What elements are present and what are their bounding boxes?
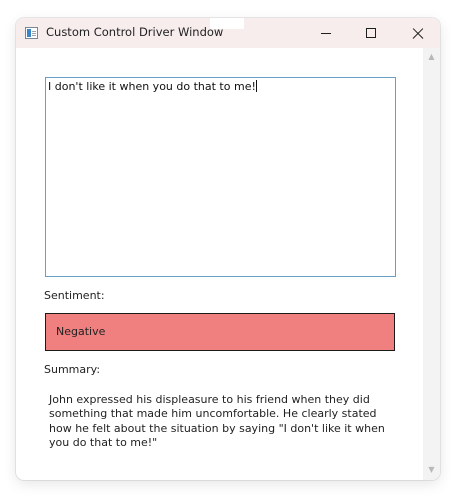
chevron-up-icon[interactable]: ▲: [427, 52, 436, 61]
maximize-icon: [366, 28, 376, 38]
sentiment-label: Sentiment:: [44, 289, 105, 302]
close-icon: [411, 26, 425, 40]
vertical-scrollbar[interactable]: ▲ ▼: [423, 48, 440, 480]
chevron-down-icon[interactable]: ▼: [427, 465, 436, 474]
sentiment-value: Negative: [56, 325, 106, 338]
close-button[interactable]: [394, 18, 440, 48]
window-title: Custom Control Driver Window: [46, 25, 224, 39]
message-input-text: I don't like it when you do that to me!: [48, 80, 257, 93]
app-window: Custom Control Driver Window I don't lik…: [16, 18, 440, 480]
text-caret: [255, 80, 257, 92]
minimize-icon: [321, 33, 331, 34]
title-notch: [210, 18, 244, 29]
maximize-button[interactable]: [348, 18, 394, 48]
minimize-button[interactable]: [302, 18, 348, 48]
message-input-value: I don't like it when you do that to me!: [48, 80, 256, 93]
summary-text: John expressed his displeasure to his fr…: [49, 393, 385, 449]
sentiment-result: Negative: [45, 313, 395, 351]
title-bar[interactable]: Custom Control Driver Window: [16, 18, 440, 48]
summary-label: Summary:: [44, 363, 101, 376]
app-window-icon: [25, 27, 38, 39]
message-input[interactable]: I don't like it when you do that to me!: [45, 77, 396, 277]
